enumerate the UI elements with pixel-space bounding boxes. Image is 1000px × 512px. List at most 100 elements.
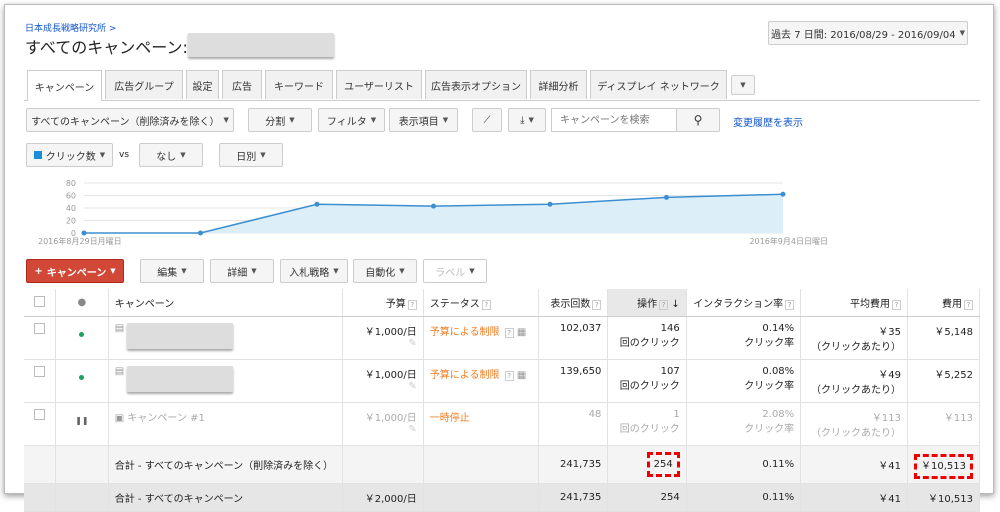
caret-down-icon: ▼ [443, 116, 448, 124]
add-campaign-button[interactable]: +キャンペーン▼ [26, 259, 124, 283]
tab-ad-groups[interactable]: 広告グループ [105, 70, 183, 99]
col-interaction-rate[interactable]: インタラクション率? [686, 289, 800, 317]
details-button[interactable]: 詳細▼ [210, 259, 274, 283]
caret-down-icon: ▼ [399, 267, 404, 275]
edit-budget-icon[interactable]: ✎ [408, 381, 416, 392]
line-chart-icon: ⟋ [484, 115, 491, 126]
tab-campaigns[interactable]: キャンペーン [27, 70, 102, 101]
total-label: 合計 - すべてのキャンペーン（削除済みを除く） [108, 446, 342, 484]
col-status[interactable]: ステータス? [423, 289, 538, 317]
search-campaign-icon: ▣ [115, 413, 124, 424]
label: なし [156, 148, 176, 163]
download-icon: ⤓ [520, 115, 524, 126]
col-cost[interactable]: 費用? [908, 289, 980, 317]
row-checkbox[interactable] [34, 366, 45, 377]
labels-button[interactable]: ラベル ▼ [423, 259, 487, 283]
status-value: 予算による制限 [430, 370, 500, 381]
enabled-status-dot[interactable] [79, 332, 84, 337]
tab-label: 広告表示オプション [431, 78, 521, 93]
header-label: 費用 [942, 299, 962, 310]
row-checkbox[interactable] [34, 409, 45, 420]
help-icon[interactable]: ? [785, 300, 794, 310]
tab-display-network[interactable]: ディスプレイ ネットワーク [590, 70, 727, 99]
budget-value: ￥1,000/日 [365, 327, 417, 338]
total-cost: ￥10,513 [908, 446, 980, 484]
help-icon[interactable]: ? [482, 300, 491, 310]
more-tabs-button[interactable]: ▼ [731, 75, 755, 95]
budget-value: ￥1,000/日 [365, 413, 417, 424]
enabled-status-dot[interactable] [79, 375, 84, 380]
download-button[interactable]: ⤓▼ [508, 108, 546, 132]
help-icon[interactable]: ? [592, 300, 601, 310]
data-point [548, 202, 553, 207]
edit-budget-icon[interactable]: ✎ [408, 424, 416, 435]
paused-icon[interactable]: ❚❚ [75, 416, 88, 425]
tab-settings[interactable]: 設定 [186, 70, 219, 99]
vs-label: vs [119, 150, 129, 160]
metric2-dropdown[interactable]: なし ▼ [139, 143, 203, 167]
edit-button[interactable]: 編集▼ [140, 259, 204, 283]
tab-ad-extensions[interactable]: 広告表示オプション [425, 70, 527, 99]
col-interactions[interactable]: 操作? ↓ [608, 289, 686, 317]
change-history-link[interactable]: 変更履歴を表示 [733, 114, 803, 129]
caret-down-icon: ▼ [469, 267, 474, 275]
col-budget[interactable]: 予算? [343, 289, 424, 317]
header-label: ステータス [430, 299, 480, 310]
help-icon[interactable]: ? [505, 328, 514, 338]
label: ラベル [435, 264, 465, 279]
search-button[interactable]: ⚲ [676, 108, 720, 132]
help-icon[interactable]: ? [505, 371, 514, 381]
select-all-checkbox[interactable] [34, 296, 45, 307]
tab-keywords[interactable]: キーワード [265, 70, 333, 99]
breadcrumb[interactable]: 日本成長戦略研究所 > [25, 21, 116, 34]
help-icon[interactable]: ? [964, 300, 973, 310]
columns-button[interactable]: 表示項目▼ [389, 108, 458, 132]
caret-down-icon: ▼ [180, 151, 185, 159]
col-impressions[interactable]: 表示回数? [539, 289, 608, 317]
series-area [84, 194, 783, 233]
automate-button[interactable]: 自動化▼ [353, 259, 417, 283]
campaign-search-input[interactable] [551, 108, 677, 132]
interactions-unit: 回のクリック [620, 381, 680, 392]
tab-ads[interactable]: 広告 [222, 70, 262, 99]
campaign-name-redacted[interactable] [127, 366, 233, 392]
tab-user-lists[interactable]: ユーザーリスト [336, 70, 422, 99]
campaign-name-redacted[interactable] [127, 323, 233, 349]
help-icon[interactable]: ? [659, 300, 668, 310]
label: 詳細 [227, 264, 247, 279]
interactions-unit: 回のクリック [620, 338, 680, 349]
filter-button[interactable]: フィルタ▼ [318, 108, 385, 132]
total-budget: ￥2,000/日 [343, 484, 424, 512]
cost-value: ￥5,252 [908, 360, 980, 403]
page-title: すべてのキャンペーン: [25, 34, 188, 58]
bid-strategy-button[interactable]: 入札戦略▼ [280, 259, 348, 283]
tab-label: ディスプレイ ネットワーク [597, 78, 719, 93]
bar-chart-icon[interactable]: ▦ [517, 370, 526, 381]
search-icon: ⚲ [694, 113, 703, 127]
data-point [664, 195, 669, 200]
select-all-header [24, 289, 56, 317]
campaign-scope-dropdown[interactable]: すべてのキャンペーン（削除済みを除く）▼ [26, 108, 234, 132]
metric1-dropdown[interactable]: クリック数▼ [26, 143, 113, 167]
help-icon[interactable]: ? [892, 300, 901, 310]
label: 分割 [265, 113, 285, 128]
row-checkbox[interactable] [34, 323, 45, 334]
caret-down-icon: ▼ [960, 29, 965, 37]
col-campaign[interactable]: キャンペーン [108, 289, 342, 317]
date-range-selector[interactable]: 過去 7 日間: 2016/08/29 - 2016/09/04▼ [768, 21, 968, 45]
campaign-table: ● キャンペーン 予算? ステータス? 表示回数? 操作? ↓ インタラクション… [24, 289, 980, 512]
edit-budget-icon[interactable]: ✎ [408, 338, 416, 349]
help-icon[interactable]: ? [408, 300, 417, 310]
table-row: ▤ ￥1,000/日✎ 予算による制限 ? ▦ 102,037 146回のクリッ… [24, 317, 980, 360]
cost-value: ￥113 [908, 403, 980, 446]
impressions-value: 139,650 [539, 360, 608, 403]
bar-chart-icon[interactable]: ▦ [517, 327, 526, 338]
tab-dimensions[interactable]: 詳細分析 [530, 70, 587, 99]
chart-toggle-button[interactable]: ⟋ [472, 108, 502, 132]
cost-value: ￥5,148 [908, 317, 980, 360]
tab-label: キーワード [274, 78, 324, 93]
granularity-dropdown[interactable]: 日別▼ [219, 143, 283, 167]
col-avg-cost[interactable]: 平均費用? [801, 289, 908, 317]
segment-button[interactable]: 分割▼ [248, 108, 312, 132]
campaign-name-link[interactable]: キャンペーン #1 [127, 413, 204, 424]
